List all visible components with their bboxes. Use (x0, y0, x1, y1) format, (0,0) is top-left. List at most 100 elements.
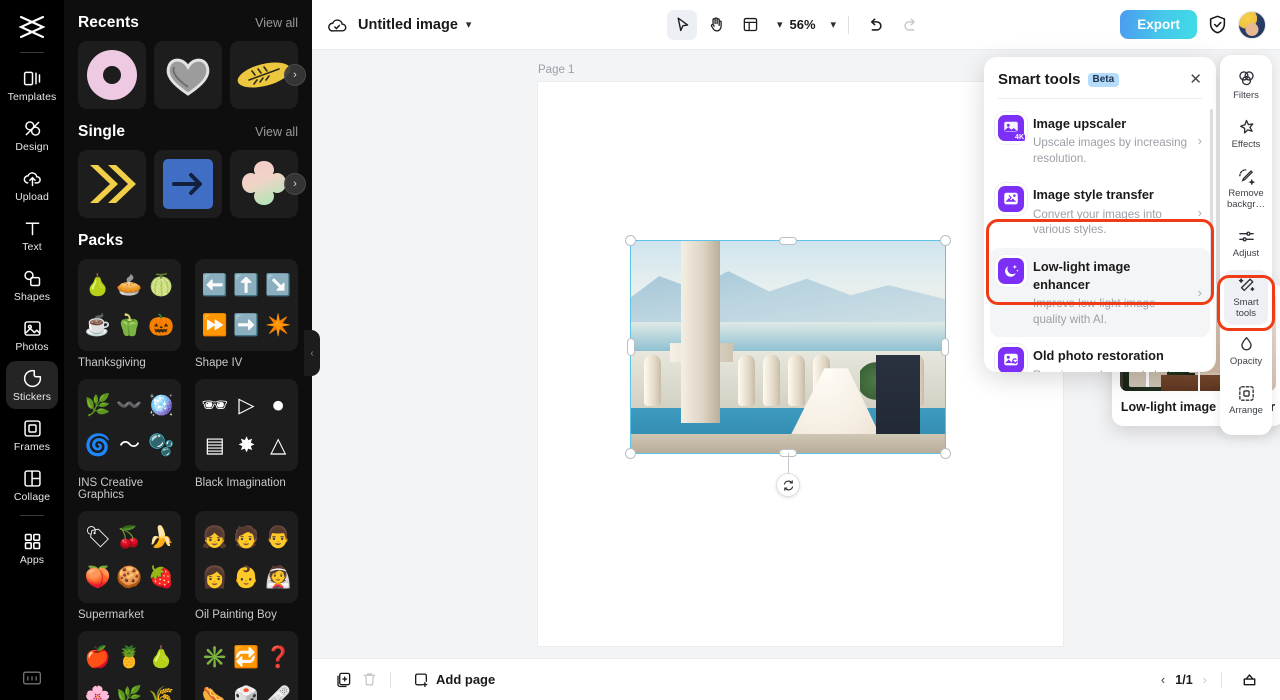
chevron-right-icon[interactable]: › (1198, 205, 1202, 220)
chevron-down-icon[interactable]: ▾ (831, 18, 837, 31)
pack-emoji: 🍪 (116, 565, 143, 589)
smart-tool-image-style-transfer[interactable]: Image style transfer Convert your images… (990, 176, 1210, 247)
apps-icon (21, 530, 43, 552)
pack-emoji: ▤ (204, 433, 225, 457)
chevron-right-icon[interactable]: › (1198, 133, 1202, 148)
pack-card[interactable]: 🕶 ▷ ⏺ ▤ ✸ △ Black Imagination (195, 379, 298, 501)
tool-opacity[interactable]: Opacity (1224, 329, 1268, 374)
resize-handle-bottom-left[interactable] (625, 448, 636, 459)
sticker-thumb[interactable] (78, 41, 146, 109)
pack-thumb-grid: 🌿 〰️ 🪩 🌀 〜 🫧 (78, 379, 181, 471)
chevron-right-icon[interactable]: › (1198, 285, 1202, 300)
pack-emoji: ☕ (84, 313, 111, 337)
sidebar-item-label: Stickers (12, 391, 52, 404)
sticker-thumb[interactable] (78, 150, 146, 218)
capcut-logo[interactable] (12, 10, 52, 44)
tool-filters[interactable]: Filters (1224, 63, 1268, 108)
pack-emoji: 🌸 (84, 685, 111, 700)
undo-button[interactable] (861, 10, 891, 40)
sidebar-item-upload[interactable]: Upload (6, 161, 58, 209)
sidebar-item-design[interactable]: Design (6, 111, 58, 159)
resize-handle-bottom-right[interactable] (940, 448, 951, 459)
view-all-link[interactable]: View all (255, 16, 298, 30)
selected-image-element[interactable] (625, 235, 951, 497)
duplicate-page-button[interactable] (330, 667, 356, 693)
pack-card[interactable]: 🍐 🥧 🍈 ☕ 🫑 🎃 Thanksgiving (78, 259, 181, 369)
sidebar-item-collage[interactable]: Collage (6, 461, 58, 509)
chevron-down-icon[interactable]: ▾ (466, 18, 472, 31)
sidebar-item-label: Upload (15, 191, 49, 204)
pack-emoji: 🌀 (84, 433, 111, 457)
tool-label: Opacity (1229, 356, 1263, 368)
sidebar-item-frames[interactable]: Frames (6, 411, 58, 459)
pack-card[interactable]: 🌿 〰️ 🪩 🌀 〜 🫧 INS Creative Graphics (78, 379, 181, 501)
resize-handle-top-left[interactable] (625, 235, 636, 246)
smart-tool-desc: Upscale images by increasing resolution. (1033, 136, 1188, 165)
sticker-thumb[interactable] (154, 41, 222, 109)
chevron-down-icon[interactable]: ▾ (777, 18, 783, 31)
resize-handle-top[interactable] (779, 237, 797, 245)
pack-emoji: ⏺ (272, 393, 284, 417)
pack-card[interactable]: 👧 🧑 👨 👩 👶 👰 Oil Painting Boy (195, 511, 298, 621)
sidebar-item-text[interactable]: Text (6, 211, 58, 259)
pack-emoji: 🌿 (116, 685, 143, 700)
export-button[interactable]: Export (1120, 10, 1197, 39)
text-icon (21, 217, 43, 239)
pack-card[interactable]: ✳️ 🔁 ❓ 🌭 🎲 🩹 Inspiration Today (195, 631, 298, 700)
pack-thumb-grid: 🕶 ▷ ⏺ ▤ ✸ △ (195, 379, 298, 471)
close-icon[interactable]: ✕ (1189, 72, 1202, 87)
style-transfer-icon (998, 186, 1024, 213)
sidebar-item-apps[interactable]: Apps (6, 524, 58, 572)
tool-remove-background[interactable]: Remove backgr… (1224, 161, 1268, 217)
tool-arrange[interactable]: Arrange (1224, 378, 1268, 423)
sidebar-item-stickers[interactable]: Stickers (6, 361, 58, 409)
add-page-button[interactable]: Add page (413, 672, 495, 688)
pack-card[interactable]: 🍎 🍍 🍐 🌸 🌿 🌾 Fruit Punch (78, 631, 181, 700)
next-page-button[interactable]: › (1203, 672, 1207, 687)
resize-handle-left[interactable] (627, 338, 635, 356)
smart-tool-desc: Repair your damaged photos or bring them… (1033, 368, 1189, 372)
sticker-thumb[interactable] (154, 150, 222, 218)
shield-check-icon[interactable] (1207, 14, 1228, 35)
chevron-right-icon[interactable]: › (284, 64, 306, 86)
resize-handle-right[interactable] (941, 338, 949, 356)
photos-icon (21, 317, 43, 339)
chevron-right-icon[interactable]: › (1198, 366, 1202, 372)
rotate-icon[interactable] (776, 473, 800, 497)
prev-page-button[interactable]: ‹ (1161, 672, 1165, 687)
keyboard-icon[interactable] (22, 670, 42, 686)
delete-page-button[interactable] (356, 667, 382, 693)
chevron-right-icon[interactable]: › (284, 173, 306, 195)
view-all-link[interactable]: View all (255, 125, 298, 139)
pack-emoji: ▷ (238, 393, 255, 417)
hand-tool-button[interactable] (701, 10, 731, 40)
avatar[interactable] (1238, 10, 1266, 39)
sidebar-item-label: Photos (15, 341, 49, 354)
pack-emoji: 🍌 (148, 525, 175, 549)
select-tool-button[interactable] (666, 9, 697, 40)
resize-handle-top-right[interactable] (940, 235, 951, 246)
layout-tool-button[interactable] (735, 10, 765, 40)
pack-emoji: 🕶 (201, 393, 229, 417)
panel-scrollbar[interactable] (1210, 109, 1213, 299)
tool-smart-tools[interactable]: Smart tools (1224, 269, 1268, 326)
pack-emoji: ❓ (265, 645, 292, 669)
tool-effects[interactable]: Effects (1224, 112, 1268, 157)
sidebar-item-templates[interactable]: Templates (6, 61, 58, 109)
cloud-saved-icon[interactable] (326, 15, 348, 35)
panel-toggle-icon[interactable] (1236, 667, 1262, 693)
pack-thumb-grid: 🍎 🍍 🍐 🌸 🌿 🌾 (78, 631, 181, 700)
pack-card[interactable]: 🏷 🍒 🍌 🍑 🍪 🍓 Supermarket (78, 511, 181, 621)
pack-card[interactable]: ⬅️ ⬆️ ↘️ ⏩ ➡️ ✴️ Shape IV (195, 259, 298, 369)
redo-button[interactable] (895, 10, 925, 40)
document-title[interactable]: Untitled image (358, 17, 458, 33)
packs-grid: 🍐 🥧 🍈 ☕ 🫑 🎃 Thanksgiving ⬅️ ⬆️ ↘️ ⏩ ➡️ ✴… (78, 259, 298, 700)
smart-tool-low-light-image-enhancer[interactable]: Low-light image enhancer Improve low-lig… (990, 247, 1210, 338)
tool-adjust[interactable]: Adjust (1224, 221, 1268, 266)
panel-collapse-handle[interactable]: ‹ (304, 330, 320, 376)
smart-tool-image-upscaler[interactable]: 4K Image upscaler Upscale images by incr… (990, 105, 1210, 176)
smart-tool-old-photo-restoration[interactable]: Old photo restoration Repair your damage… (990, 337, 1210, 372)
sidebar-item-shapes[interactable]: Shapes (6, 261, 58, 309)
sidebar-item-photos[interactable]: Photos (6, 311, 58, 359)
zoom-level[interactable]: 56% (789, 17, 815, 32)
